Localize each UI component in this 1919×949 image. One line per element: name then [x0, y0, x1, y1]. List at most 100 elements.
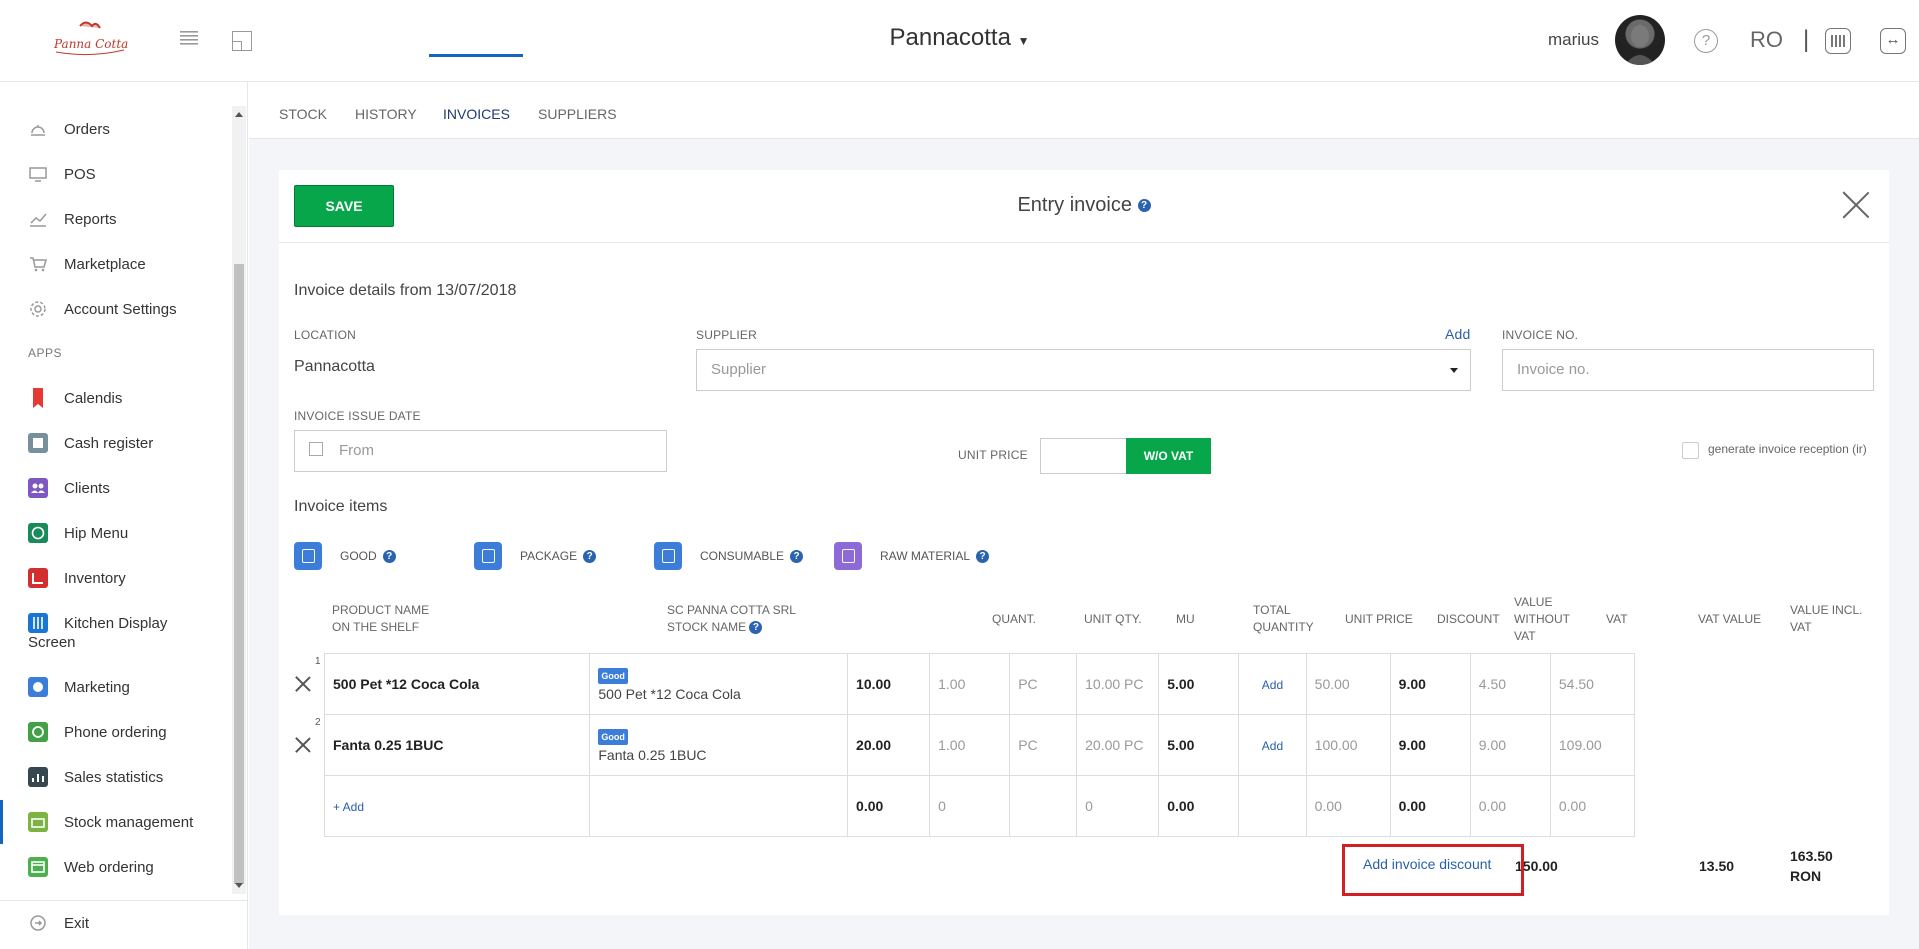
unit-price-toggle[interactable]: W/O VAT [1040, 438, 1211, 474]
sidebar-app-kitchen-display[interactable]: Kitchen Display Screen [28, 611, 228, 651]
generate-reception-checkbox[interactable] [1682, 442, 1699, 459]
invoice-no-input[interactable]: Invoice no. [1502, 349, 1874, 391]
help-icon[interactable]: ? [790, 549, 804, 563]
vat-cell[interactable]: 9.00 [1389, 714, 1471, 776]
help-icon[interactable]: ? [1137, 199, 1151, 213]
sidebar-item-label: Reports [64, 210, 117, 228]
sidebar-item-account-settings[interactable]: Account Settings [28, 297, 177, 321]
unit-qty-cell[interactable]: 0 [929, 775, 1011, 837]
invoice-items-table: 500 Pet *12 Coca Cola Good 500 Pet *12 Co… [323, 653, 1636, 837]
save-button[interactable]: SAVE [294, 185, 394, 227]
header-separator: | [1803, 26, 1810, 53]
language-selector[interactable]: RO [1750, 27, 1783, 53]
sidebar-app-clients[interactable]: Clients [28, 476, 110, 500]
value-wo-vat-cell[interactable]: 100.00 [1305, 714, 1391, 776]
sidebar-item-reports[interactable]: Reports [28, 207, 117, 231]
panna-cotta-logo[interactable]: Panna Cotta [50, 18, 130, 58]
stock-name-cell[interactable]: Good 500 Pet *12 Coca Cola [589, 653, 849, 715]
help-icon[interactable]: ? [1694, 29, 1718, 53]
switch-view-icon[interactable]: ↔ [1880, 28, 1906, 54]
scroll-up-arrow[interactable] [235, 112, 243, 117]
value-incl-vat-cell[interactable]: 109.00 [1549, 714, 1636, 776]
tab-stock[interactable]: STOCK [279, 106, 327, 122]
fullscreen-icon[interactable] [232, 31, 252, 51]
sidebar-app-marketing[interactable]: Marketing [28, 675, 130, 699]
help-icon[interactable]: ? [583, 549, 597, 563]
item-type-raw-material[interactable]: RAW MATERIAL? [834, 542, 990, 570]
wo-vat-option[interactable]: W/O VAT [1126, 438, 1211, 474]
unit-price-cell[interactable]: 5.00 [1158, 714, 1240, 776]
scroll-down-arrow[interactable] [235, 883, 243, 888]
sidebar-item-pos[interactable]: POS [28, 162, 96, 186]
value-incl-vat-cell[interactable]: 0.00 [1549, 775, 1636, 837]
value-incl-vat-cell[interactable]: 54.50 [1549, 653, 1636, 715]
sidebar-app-hip-menu[interactable]: Hip Menu [28, 521, 128, 545]
item-type-good[interactable]: GOOD? [294, 542, 396, 570]
unit-price-cell[interactable]: 5.00 [1158, 653, 1240, 715]
item-type-package[interactable]: PACKAGE? [474, 542, 597, 570]
sidebar-item-label: Calendis [64, 389, 123, 407]
vat-value-cell[interactable]: 9.00 [1469, 714, 1551, 776]
quant-cell[interactable]: 0.00 [847, 775, 931, 837]
vat-cell[interactable]: 0.00 [1389, 775, 1471, 837]
item-type-consumable[interactable]: CONSUMABLE? [654, 542, 804, 570]
quant-cell[interactable]: 20.00 [847, 714, 931, 776]
vat-value-cell[interactable]: 4.50 [1469, 653, 1551, 715]
help-icon[interactable]: ? [382, 549, 396, 563]
add-discount-link[interactable]: Add [1262, 739, 1283, 753]
add-row: + Add 0.00 0 0 0.00 0.00 0.00 0.00 0.00 [323, 775, 1636, 837]
scroll-thumb[interactable] [234, 264, 244, 884]
col-header-value-wo-vat: VALUE WITHOUT VAT [1514, 595, 1570, 643]
invoice-no-placeholder: Invoice no. [1517, 361, 1590, 378]
stock-management-icon [28, 812, 48, 832]
issue-date-input[interactable]: From [294, 430, 667, 472]
location-selector[interactable]: Pannacotta ▼ [890, 24, 1030, 51]
hamburger-menu-icon[interactable] [180, 30, 198, 46]
sidebar-app-inventory[interactable]: Inventory [28, 566, 126, 590]
unit-price-cell[interactable]: 0.00 [1158, 775, 1240, 837]
add-invoice-discount-link[interactable]: Add invoice discount [1363, 856, 1491, 872]
remove-row-icon[interactable] [296, 738, 310, 752]
add-supplier-link[interactable]: Add [1445, 326, 1471, 342]
add-product-link[interactable]: + Add [333, 800, 364, 814]
sidebar-exit[interactable]: Exit [28, 911, 89, 935]
help-icon[interactable]: ? [749, 621, 763, 635]
barcode-icon[interactable] [1825, 28, 1851, 54]
sidebar-app-cash-register[interactable]: Cash register [28, 431, 153, 455]
stock-name-cell[interactable]: Good Fanta 0.25 1BUC [589, 714, 849, 776]
total-qty-cell: 20.00 PC [1076, 714, 1160, 776]
good-badge: Good [598, 668, 628, 684]
user-name[interactable]: marius [1548, 30, 1599, 50]
quant-cell[interactable]: 10.00 [847, 653, 931, 715]
supplier-select[interactable]: Supplier [696, 349, 1471, 391]
tab-suppliers[interactable]: SUPPLIERS [538, 106, 617, 122]
tab-invoices[interactable]: INVOICES [443, 106, 510, 122]
remove-row-icon[interactable] [296, 677, 310, 691]
unit-qty-cell[interactable]: 1.00 [929, 653, 1011, 715]
total-value-incl-vat: 163.50 RON [1790, 848, 1833, 884]
col-header-mu: MU [1176, 612, 1195, 626]
sidebar-item-marketplace[interactable]: Marketplace [28, 252, 146, 276]
vat-value-cell[interactable]: 0.00 [1469, 775, 1551, 837]
value-wo-vat-cell[interactable]: 50.00 [1305, 653, 1391, 715]
sidebar-app-phone-ordering[interactable]: Phone ordering [28, 720, 167, 744]
product-name-cell[interactable]: Fanta 0.25 1BUC [323, 714, 591, 776]
tab-history[interactable]: HISTORY [355, 106, 417, 122]
vat-cell[interactable]: 9.00 [1389, 653, 1471, 715]
mu-cell: PC [1009, 653, 1078, 715]
sidebar-scrollbar[interactable] [232, 106, 246, 894]
value-wo-vat-cell[interactable]: 0.00 [1305, 775, 1391, 837]
help-icon[interactable]: ? [976, 549, 990, 563]
avatar[interactable] [1615, 15, 1665, 65]
add-discount-link[interactable]: Add [1262, 678, 1283, 692]
sidebar-app-web-ordering[interactable]: Web ordering [28, 855, 154, 879]
sidebar-app-calendis[interactable]: Calendis [28, 386, 122, 410]
sidebar-app-stock-management[interactable]: Stock management [28, 810, 193, 834]
sidebar-item-orders[interactable]: Orders [28, 117, 110, 141]
unit-qty-cell[interactable]: 1.00 [929, 714, 1011, 776]
product-name-cell[interactable]: 500 Pet *12 Coca Cola [323, 653, 591, 715]
stock-name-text: 500 Pet *12 Coca Cola [598, 686, 741, 702]
sidebar-app-sales-statistics[interactable]: Sales statistics [28, 765, 163, 789]
close-icon[interactable] [1841, 190, 1871, 220]
sidebar: Orders POS Reports Marketplace Account S… [0, 82, 248, 949]
